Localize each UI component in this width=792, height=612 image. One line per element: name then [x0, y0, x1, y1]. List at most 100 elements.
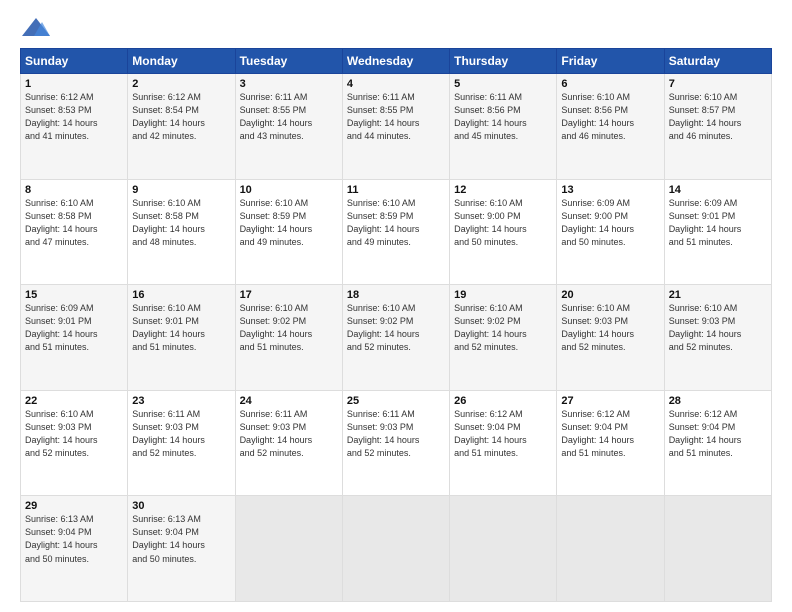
calendar-cell: 10Sunrise: 6:10 AMSunset: 8:59 PMDayligh… [235, 179, 342, 285]
calendar-cell: 3Sunrise: 6:11 AMSunset: 8:55 PMDaylight… [235, 74, 342, 180]
calendar-cell: 22Sunrise: 6:10 AMSunset: 9:03 PMDayligh… [21, 390, 128, 496]
day-of-week-header: Saturday [664, 49, 771, 74]
day-info: Sunrise: 6:12 AMSunset: 8:54 PMDaylight:… [132, 91, 230, 143]
day-number: 19 [454, 289, 552, 301]
day-info: Sunrise: 6:09 AMSunset: 9:01 PMDaylight:… [25, 302, 123, 354]
day-number: 10 [240, 184, 338, 196]
calendar-cell: 6Sunrise: 6:10 AMSunset: 8:56 PMDaylight… [557, 74, 664, 180]
calendar-cell: 28Sunrise: 6:12 AMSunset: 9:04 PMDayligh… [664, 390, 771, 496]
day-number: 14 [669, 184, 767, 196]
calendar-cell: 7Sunrise: 6:10 AMSunset: 8:57 PMDaylight… [664, 74, 771, 180]
day-info: Sunrise: 6:10 AMSunset: 9:03 PMDaylight:… [669, 302, 767, 354]
day-number: 17 [240, 289, 338, 301]
calendar-cell: 11Sunrise: 6:10 AMSunset: 8:59 PMDayligh… [342, 179, 449, 285]
day-info: Sunrise: 6:11 AMSunset: 8:55 PMDaylight:… [347, 91, 445, 143]
day-info: Sunrise: 6:11 AMSunset: 8:55 PMDaylight:… [240, 91, 338, 143]
day-info: Sunrise: 6:10 AMSunset: 8:59 PMDaylight:… [347, 197, 445, 249]
day-number: 18 [347, 289, 445, 301]
day-info: Sunrise: 6:10 AMSunset: 8:56 PMDaylight:… [561, 91, 659, 143]
calendar-cell: 21Sunrise: 6:10 AMSunset: 9:03 PMDayligh… [664, 285, 771, 391]
day-number: 5 [454, 78, 552, 90]
day-number: 13 [561, 184, 659, 196]
day-number: 4 [347, 78, 445, 90]
day-number: 24 [240, 395, 338, 407]
calendar-cell: 8Sunrise: 6:10 AMSunset: 8:58 PMDaylight… [21, 179, 128, 285]
calendar-cell: 9Sunrise: 6:10 AMSunset: 8:58 PMDaylight… [128, 179, 235, 285]
calendar-cell [342, 496, 449, 602]
calendar-cell: 1Sunrise: 6:12 AMSunset: 8:53 PMDaylight… [21, 74, 128, 180]
day-number: 6 [561, 78, 659, 90]
day-number: 9 [132, 184, 230, 196]
calendar-cell: 2Sunrise: 6:12 AMSunset: 8:54 PMDaylight… [128, 74, 235, 180]
calendar-cell: 30Sunrise: 6:13 AMSunset: 9:04 PMDayligh… [128, 496, 235, 602]
calendar-cell: 24Sunrise: 6:11 AMSunset: 9:03 PMDayligh… [235, 390, 342, 496]
day-of-week-header: Friday [557, 49, 664, 74]
day-info: Sunrise: 6:10 AMSunset: 9:03 PMDaylight:… [25, 408, 123, 460]
day-info: Sunrise: 6:12 AMSunset: 9:04 PMDaylight:… [669, 408, 767, 460]
day-info: Sunrise: 6:10 AMSunset: 8:57 PMDaylight:… [669, 91, 767, 143]
calendar-cell [450, 496, 557, 602]
day-info: Sunrise: 6:10 AMSunset: 8:58 PMDaylight:… [132, 197, 230, 249]
calendar-cell: 23Sunrise: 6:11 AMSunset: 9:03 PMDayligh… [128, 390, 235, 496]
day-info: Sunrise: 6:11 AMSunset: 8:56 PMDaylight:… [454, 91, 552, 143]
day-info: Sunrise: 6:10 AMSunset: 8:59 PMDaylight:… [240, 197, 338, 249]
day-number: 22 [25, 395, 123, 407]
day-of-week-header: Sunday [21, 49, 128, 74]
day-info: Sunrise: 6:10 AMSunset: 9:02 PMDaylight:… [240, 302, 338, 354]
day-info: Sunrise: 6:13 AMSunset: 9:04 PMDaylight:… [132, 513, 230, 565]
calendar-cell: 19Sunrise: 6:10 AMSunset: 9:02 PMDayligh… [450, 285, 557, 391]
day-number: 21 [669, 289, 767, 301]
day-info: Sunrise: 6:10 AMSunset: 8:58 PMDaylight:… [25, 197, 123, 249]
day-number: 1 [25, 78, 123, 90]
calendar-cell: 12Sunrise: 6:10 AMSunset: 9:00 PMDayligh… [450, 179, 557, 285]
calendar-cell: 17Sunrise: 6:10 AMSunset: 9:02 PMDayligh… [235, 285, 342, 391]
calendar-cell: 27Sunrise: 6:12 AMSunset: 9:04 PMDayligh… [557, 390, 664, 496]
day-number: 15 [25, 289, 123, 301]
calendar-cell: 14Sunrise: 6:09 AMSunset: 9:01 PMDayligh… [664, 179, 771, 285]
day-info: Sunrise: 6:10 AMSunset: 9:00 PMDaylight:… [454, 197, 552, 249]
day-number: 27 [561, 395, 659, 407]
page: SundayMondayTuesdayWednesdayThursdayFrid… [0, 0, 792, 612]
day-of-week-header: Tuesday [235, 49, 342, 74]
day-number: 2 [132, 78, 230, 90]
calendar-cell: 4Sunrise: 6:11 AMSunset: 8:55 PMDaylight… [342, 74, 449, 180]
day-number: 8 [25, 184, 123, 196]
calendar-cell: 29Sunrise: 6:13 AMSunset: 9:04 PMDayligh… [21, 496, 128, 602]
day-info: Sunrise: 6:11 AMSunset: 9:03 PMDaylight:… [347, 408, 445, 460]
day-number: 25 [347, 395, 445, 407]
logo-icon [22, 16, 50, 38]
calendar-cell: 13Sunrise: 6:09 AMSunset: 9:00 PMDayligh… [557, 179, 664, 285]
calendar-cell [235, 496, 342, 602]
day-of-week-header: Monday [128, 49, 235, 74]
calendar-cell: 15Sunrise: 6:09 AMSunset: 9:01 PMDayligh… [21, 285, 128, 391]
day-info: Sunrise: 6:10 AMSunset: 9:03 PMDaylight:… [561, 302, 659, 354]
header [20, 16, 772, 38]
day-of-week-header: Thursday [450, 49, 557, 74]
day-info: Sunrise: 6:10 AMSunset: 9:02 PMDaylight:… [347, 302, 445, 354]
day-info: Sunrise: 6:10 AMSunset: 9:01 PMDaylight:… [132, 302, 230, 354]
day-number: 11 [347, 184, 445, 196]
logo-text [20, 16, 50, 38]
day-number: 23 [132, 395, 230, 407]
calendar-cell [557, 496, 664, 602]
day-number: 12 [454, 184, 552, 196]
day-info: Sunrise: 6:11 AMSunset: 9:03 PMDaylight:… [240, 408, 338, 460]
day-of-week-header: Wednesday [342, 49, 449, 74]
calendar-cell [664, 496, 771, 602]
day-info: Sunrise: 6:13 AMSunset: 9:04 PMDaylight:… [25, 513, 123, 565]
calendar-cell: 18Sunrise: 6:10 AMSunset: 9:02 PMDayligh… [342, 285, 449, 391]
logo [20, 16, 50, 38]
calendar-cell: 25Sunrise: 6:11 AMSunset: 9:03 PMDayligh… [342, 390, 449, 496]
day-number: 20 [561, 289, 659, 301]
day-info: Sunrise: 6:12 AMSunset: 9:04 PMDaylight:… [561, 408, 659, 460]
day-info: Sunrise: 6:12 AMSunset: 8:53 PMDaylight:… [25, 91, 123, 143]
calendar-cell: 5Sunrise: 6:11 AMSunset: 8:56 PMDaylight… [450, 74, 557, 180]
day-number: 26 [454, 395, 552, 407]
calendar-table: SundayMondayTuesdayWednesdayThursdayFrid… [20, 48, 772, 602]
day-info: Sunrise: 6:09 AMSunset: 9:01 PMDaylight:… [669, 197, 767, 249]
day-number: 29 [25, 500, 123, 512]
calendar-cell: 16Sunrise: 6:10 AMSunset: 9:01 PMDayligh… [128, 285, 235, 391]
day-number: 3 [240, 78, 338, 90]
calendar-cell: 26Sunrise: 6:12 AMSunset: 9:04 PMDayligh… [450, 390, 557, 496]
day-info: Sunrise: 6:11 AMSunset: 9:03 PMDaylight:… [132, 408, 230, 460]
